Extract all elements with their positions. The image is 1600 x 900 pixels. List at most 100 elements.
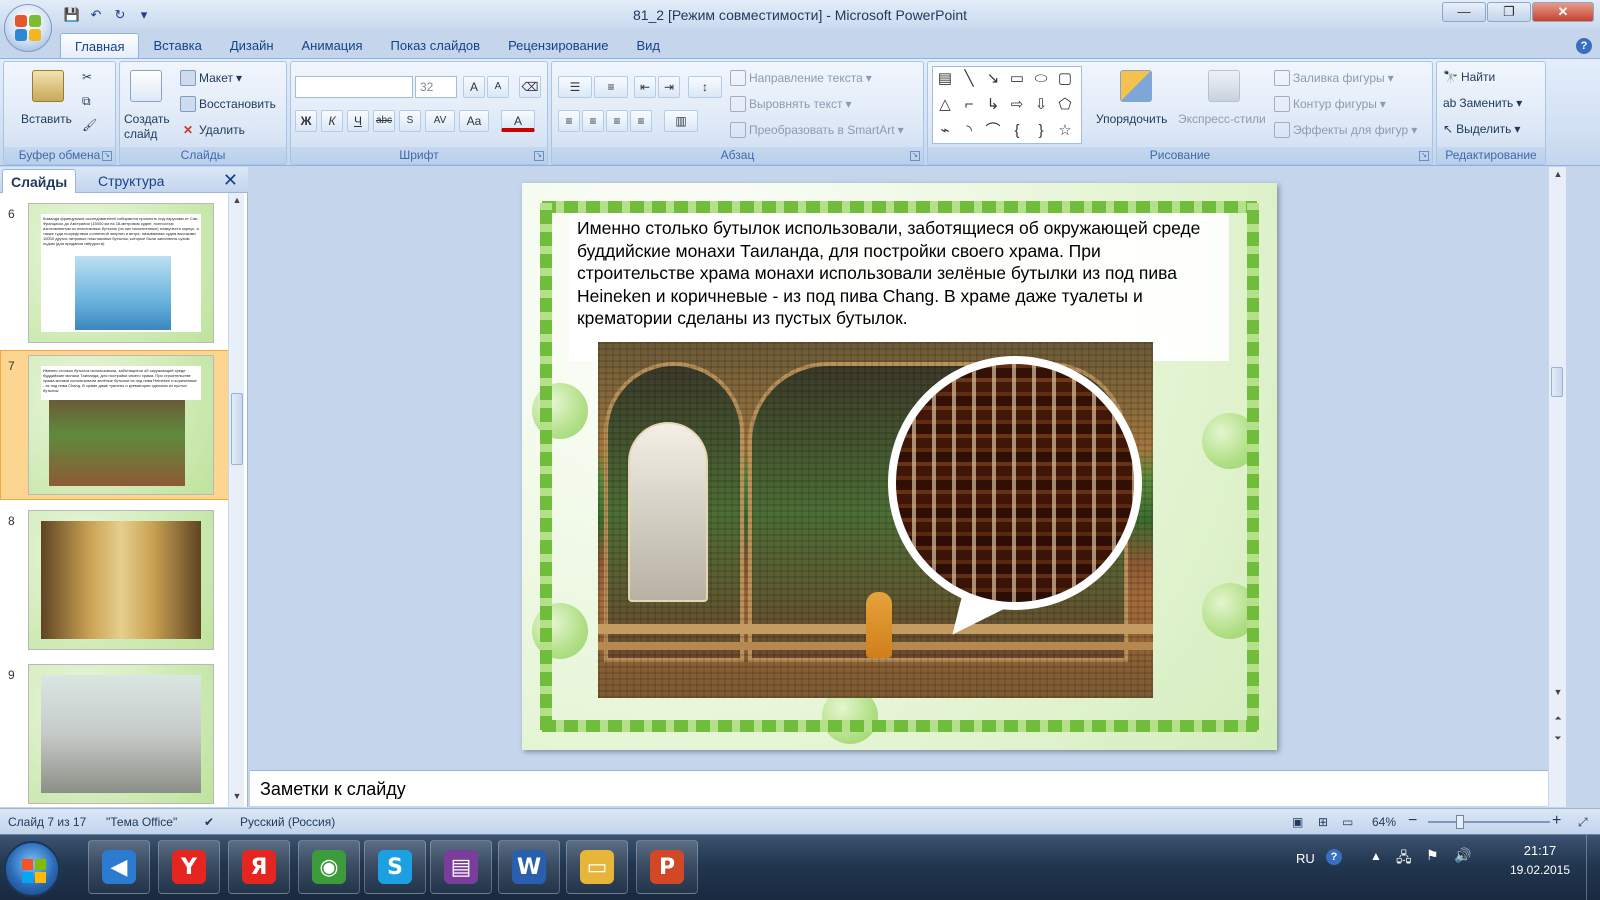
paste-button[interactable]: Вставить: [21, 112, 72, 126]
char-spacing-button[interactable]: AV: [425, 110, 455, 132]
zoom-level[interactable]: 64%: [1372, 815, 1396, 829]
taskbar-volume-app[interactable]: ◀: [88, 840, 150, 894]
normal-view-icon[interactable]: ▣: [1292, 815, 1303, 829]
taskbar-winrar[interactable]: ▤: [430, 840, 492, 894]
quick-styles-button[interactable]: Экспресс-стили: [1178, 112, 1266, 126]
shapes-gallery[interactable]: ▤ ╲ ↘ ▭ ⬭ ▢ △ ⌐ ↳ ⇨ ⇩ ⬠ ⌁ ◝ ⌒ { } ☆: [932, 66, 1082, 144]
freeform-shape-icon[interactable]: ⌁: [935, 121, 955, 141]
replace-button[interactable]: ab Заменить ▾: [1443, 96, 1522, 110]
italic-button[interactable]: К: [321, 110, 343, 132]
close-button[interactable]: ✕: [1532, 2, 1594, 22]
columns-icon[interactable]: ▥: [664, 110, 698, 132]
change-case-button[interactable]: Aa: [459, 110, 489, 132]
tab-slides[interactable]: Слайды: [2, 169, 77, 193]
right-brace-icon[interactable]: }: [1031, 121, 1051, 141]
clock-date[interactable]: 19.02.2015: [1500, 863, 1580, 877]
drawing-launcher-icon[interactable]: ↘: [1419, 151, 1429, 161]
elbow-connector-icon[interactable]: ⌐: [959, 95, 979, 115]
underline-button[interactable]: Ч: [347, 110, 369, 132]
zoom-in-button[interactable]: +: [1552, 812, 1561, 830]
tab-outline[interactable]: Структура: [90, 169, 172, 193]
paragraph-launcher-icon[interactable]: ↘: [910, 151, 920, 161]
tab-design[interactable]: Дизайн: [216, 33, 288, 59]
clock-time[interactable]: 21:17: [1500, 843, 1580, 858]
temple-photo[interactable]: [598, 342, 1153, 698]
scroll-up-icon[interactable]: ▲: [1550, 169, 1566, 183]
align-left-icon[interactable]: ≡: [558, 110, 580, 132]
select-button[interactable]: ↖ Выделить ▾: [1443, 122, 1520, 136]
slideshow-view-icon[interactable]: ▭: [1342, 815, 1353, 829]
numbering-icon[interactable]: ≡: [594, 76, 628, 98]
shape-effects-button[interactable]: Эффекты для фигур ▾: [1274, 122, 1417, 138]
minimize-button[interactable]: —: [1442, 2, 1486, 22]
tab-animation[interactable]: Анимация: [288, 33, 377, 59]
scroll-down-icon[interactable]: ▼: [229, 791, 245, 805]
notes-pane[interactable]: Заметки к слайду: [250, 770, 1548, 806]
shrink-font-button[interactable]: A: [487, 76, 509, 98]
previous-slide-icon[interactable]: ⏶: [1550, 713, 1566, 727]
align-right-icon[interactable]: ≡: [606, 110, 628, 132]
font-name-dropdown[interactable]: [295, 76, 413, 98]
arrow-line-shape-icon[interactable]: ↘: [983, 69, 1003, 89]
shape-outline-button[interactable]: Контур фигуры ▾: [1274, 96, 1386, 112]
pentagon-shape-icon[interactable]: ⬠: [1055, 95, 1075, 115]
taskbar-yandex-browser[interactable]: Y: [158, 840, 220, 894]
spellcheck-icon[interactable]: ✔: [204, 815, 214, 829]
delete-slide-button[interactable]: ✕ Удалить: [180, 122, 245, 138]
tab-view[interactable]: Вид: [622, 33, 674, 59]
rectangle-shape-icon[interactable]: ▭: [1007, 69, 1027, 89]
slide-scroll-thumb[interactable]: [1551, 367, 1563, 397]
language-indicator[interactable]: Русский (Россия): [240, 815, 335, 829]
taskbar-yandex[interactable]: Я: [228, 840, 290, 894]
next-slide-icon[interactable]: ⏷: [1550, 733, 1566, 747]
cut-icon[interactable]: ✂: [82, 70, 92, 84]
line-shape-icon[interactable]: ╲: [959, 69, 979, 89]
font-size-dropdown[interactable]: 32: [415, 76, 457, 98]
taskbar-powerpoint[interactable]: P: [636, 840, 698, 894]
find-button[interactable]: 🔭 Найти: [1443, 70, 1495, 84]
rounded-rect-shape-icon[interactable]: ▢: [1055, 69, 1075, 89]
show-hidden-icons-icon[interactable]: ▲: [1370, 849, 1382, 863]
strikethrough-button[interactable]: abc: [373, 110, 395, 132]
office-button[interactable]: [4, 4, 52, 52]
reset-button[interactable]: Восстановить: [180, 96, 276, 112]
tab-review[interactable]: Рецензирование: [494, 33, 622, 59]
scroll-up-icon[interactable]: ▲: [229, 195, 245, 209]
star-shape-icon[interactable]: ☆: [1055, 121, 1075, 141]
arc-shape-icon[interactable]: ⌒: [983, 121, 1003, 141]
smartart-button[interactable]: Преобразовать в SmartArt ▾: [730, 122, 904, 138]
scroll-down-icon[interactable]: ▼: [1550, 687, 1566, 701]
copy-icon[interactable]: ⧉: [82, 94, 91, 109]
elbow-arrow-icon[interactable]: ↳: [983, 95, 1003, 115]
help-icon[interactable]: ?: [1576, 38, 1592, 54]
show-desktop-button[interactable]: [1586, 835, 1600, 900]
oval-shape-icon[interactable]: ⬭: [1031, 69, 1051, 89]
align-text-button[interactable]: Выровнять текст ▾: [730, 96, 852, 112]
clipboard-launcher-icon[interactable]: ↘: [102, 151, 112, 161]
shadow-icon[interactable]: S: [399, 110, 421, 132]
taskbar-word[interactable]: W: [498, 840, 560, 894]
increase-indent-icon[interactable]: ⇥: [658, 76, 680, 98]
right-arrow-shape-icon[interactable]: ⇨: [1007, 95, 1027, 115]
down-arrow-shape-icon[interactable]: ⇩: [1031, 95, 1051, 115]
bullets-icon[interactable]: ☰: [558, 76, 592, 98]
taskbar-skype[interactable]: S: [364, 840, 426, 894]
layout-button[interactable]: Макет ▾: [180, 70, 242, 86]
close-panel-icon[interactable]: ✕: [223, 170, 238, 191]
text-direction-button[interactable]: Направление текста ▾: [730, 70, 872, 86]
grow-font-button[interactable]: A: [463, 76, 485, 98]
arrange-button[interactable]: Упорядочить: [1096, 112, 1167, 126]
clear-format-icon[interactable]: ⌫: [519, 76, 541, 98]
network-icon[interactable]: 🖧: [1396, 847, 1412, 871]
curve-shape-icon[interactable]: ◝: [959, 121, 979, 141]
panel-scrollbar[interactable]: ▲ ▼: [228, 193, 244, 807]
triangle-shape-icon[interactable]: △: [935, 95, 955, 115]
slide-textbox[interactable]: Именно столько бутылок использовали, заб…: [569, 213, 1229, 361]
zoom-slider-thumb[interactable]: [1456, 815, 1464, 829]
left-brace-icon[interactable]: {: [1007, 121, 1027, 141]
decrease-indent-icon[interactable]: ⇤: [634, 76, 656, 98]
zoom-out-button[interactable]: −: [1408, 812, 1417, 830]
current-slide[interactable]: Именно столько бутылок использовали, заб…: [522, 183, 1277, 750]
tab-insert[interactable]: Вставка: [139, 33, 215, 59]
font-color-button[interactable]: A: [501, 110, 535, 132]
